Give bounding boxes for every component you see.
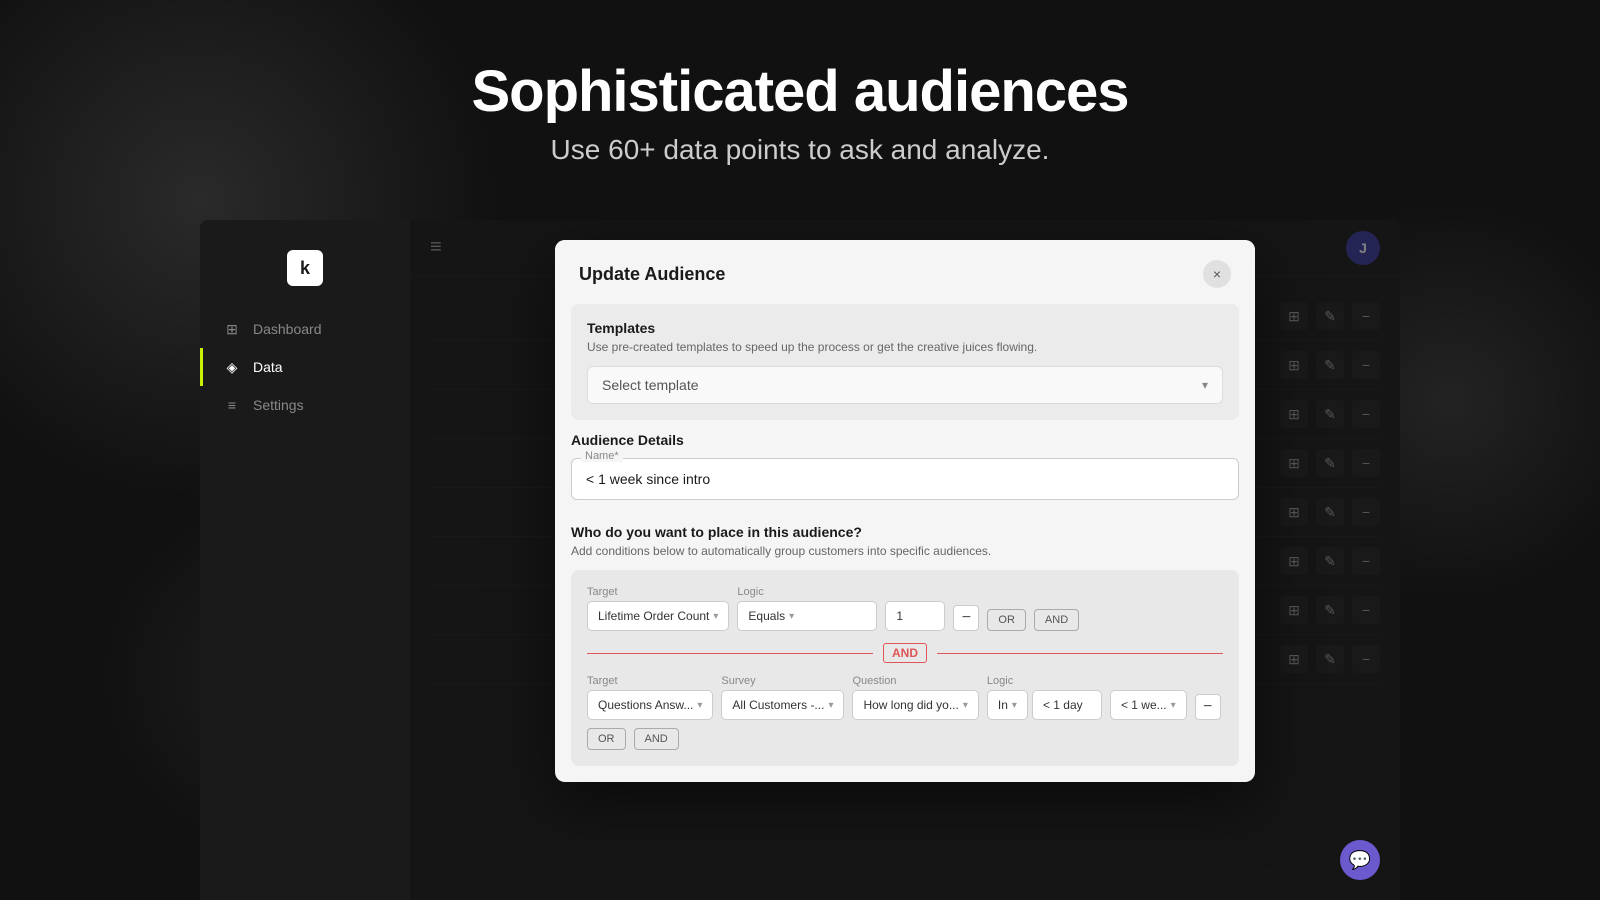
support-chat-button[interactable]: 💬 [1340,840,1380,880]
chevron-down-icon: ▾ [1171,700,1176,711]
sidebar-item-label: Settings [253,397,304,413]
condition-row-2: Target Questions Answ... ▾ Survey [587,675,1223,750]
logic2-label: Logic [987,675,1102,687]
condition2-or-button[interactable]: OR [587,728,626,750]
logic2-field-group: Logic In ▾ [987,675,1102,720]
sidebar-item-settings[interactable]: ≡ Settings [200,386,410,424]
survey-label: Survey [721,675,844,687]
chevron-down-icon: ▾ [713,611,718,622]
dashboard-icon: ⊞ [223,320,241,338]
sidebar-logo: k [200,240,410,310]
logic2-value: In [998,698,1008,712]
chevron-down-icon: ▾ [789,611,794,622]
who-desc: Add conditions below to automatically gr… [571,544,1239,558]
condition2-remove-button[interactable]: − [1195,694,1221,720]
question-select[interactable]: How long did yo... ▾ [852,690,978,720]
name-input[interactable] [571,458,1239,500]
condition1-value-input[interactable] [885,601,945,631]
and-line-right [937,653,1223,654]
chevron-down-icon: ▾ [697,700,702,711]
chevron-down-icon: ▾ [1012,700,1017,711]
target-label: Target [587,586,729,598]
hero-title: Sophisticated audiences [0,60,1600,124]
condition1-or-button[interactable]: OR [987,609,1026,631]
chat-icon: 💬 [1349,850,1371,871]
and-line-left [587,653,873,654]
template-select[interactable]: Select template ▾ [587,366,1223,404]
survey-field-group: Survey All Customers -... ▾ [721,675,844,720]
and-divider: AND [587,643,1223,663]
name-label: Name* [581,450,623,462]
data-icon: ◈ [223,358,241,376]
and-divider-label: AND [883,643,927,663]
sidebar-item-label: Dashboard [253,321,322,337]
condition1-remove-button[interactable]: − [953,605,979,631]
logic-label: Logic [737,586,877,598]
main-content: ≡ J ⊞ ✎ − ⊞ ✎ − ⊞ ✎ − ⊞ ✎ − [410,220,1400,900]
audience-details-title: Audience Details [571,432,1239,448]
update-audience-modal: Update Audience × Templates Use pre-crea… [555,240,1255,782]
modal-overlay: Update Audience × Templates Use pre-crea… [410,220,1400,900]
value-display-label [1110,675,1187,687]
value-display-text: < 1 we... [1121,698,1167,712]
condition2-and-button[interactable]: AND [634,728,679,750]
app-window: k ⊞ Dashboard ◈ Data ≡ Settings ≡ J ⊞ ✎ … [200,220,1400,900]
condition1-and-button[interactable]: AND [1034,609,1079,631]
app-logo-icon: k [287,250,323,286]
question-value: How long did yo... [863,698,958,712]
survey-select[interactable]: All Customers -... ▾ [721,690,844,720]
logic-select[interactable]: Equals ▾ [737,601,877,631]
value-display-group: < 1 we... ▾ [1110,675,1187,720]
modal-header: Update Audience × [555,240,1255,304]
hero-subtitle: Use 60+ data points to ask and analyze. [0,134,1600,166]
audience-details-section: Audience Details Name* [555,432,1255,524]
settings-icon: ≡ [223,396,241,414]
templates-title: Templates [587,320,1223,336]
sidebar-item-label: Data [253,359,283,375]
name-input-group: Name* [571,458,1239,500]
question-label: Question [852,675,978,687]
target-value: Lifetime Order Count [598,609,709,623]
target2-label: Target [587,675,713,687]
logic-field-group: Logic Equals ▾ [737,586,877,631]
sidebar: k ⊞ Dashboard ◈ Data ≡ Settings [200,220,410,900]
condition-row-1: Target Lifetime Order Count ▾ Logic [587,586,1223,631]
conditions-area: Target Lifetime Order Count ▾ Logic [571,570,1239,766]
sidebar-item-dashboard[interactable]: ⊞ Dashboard [200,310,410,348]
who-title: Who do you want to place in this audienc… [571,524,1239,540]
chevron-down-icon: ▾ [1202,378,1208,392]
chevron-down-icon: ▾ [828,700,833,711]
target-select[interactable]: Lifetime Order Count ▾ [587,601,729,631]
target2-select[interactable]: Questions Answ... ▾ [587,690,713,720]
template-select-placeholder: Select template [602,377,699,393]
target2-value: Questions Answ... [598,698,693,712]
sidebar-item-data[interactable]: ◈ Data [200,348,410,386]
value-display-select[interactable]: < 1 we... ▾ [1110,690,1187,720]
who-section: Who do you want to place in this audienc… [555,524,1255,782]
modal-close-button[interactable]: × [1203,260,1231,288]
chevron-down-icon: ▾ [963,700,968,711]
target2-field-group: Target Questions Answ... ▾ [587,675,713,720]
logic2-select[interactable]: In ▾ [987,690,1028,720]
hero-section: Sophisticated audiences Use 60+ data poi… [0,0,1600,166]
survey-value: All Customers -... [732,698,824,712]
logic-value: Equals [748,609,785,623]
modal-title: Update Audience [579,264,725,285]
condition2-value-input[interactable] [1032,690,1102,720]
question-field-group: Question How long did yo... ▾ [852,675,978,720]
templates-section: Templates Use pre-created templates to s… [571,304,1239,420]
templates-desc: Use pre-created templates to speed up th… [587,340,1223,354]
target-field-group: Target Lifetime Order Count ▾ [587,586,729,631]
